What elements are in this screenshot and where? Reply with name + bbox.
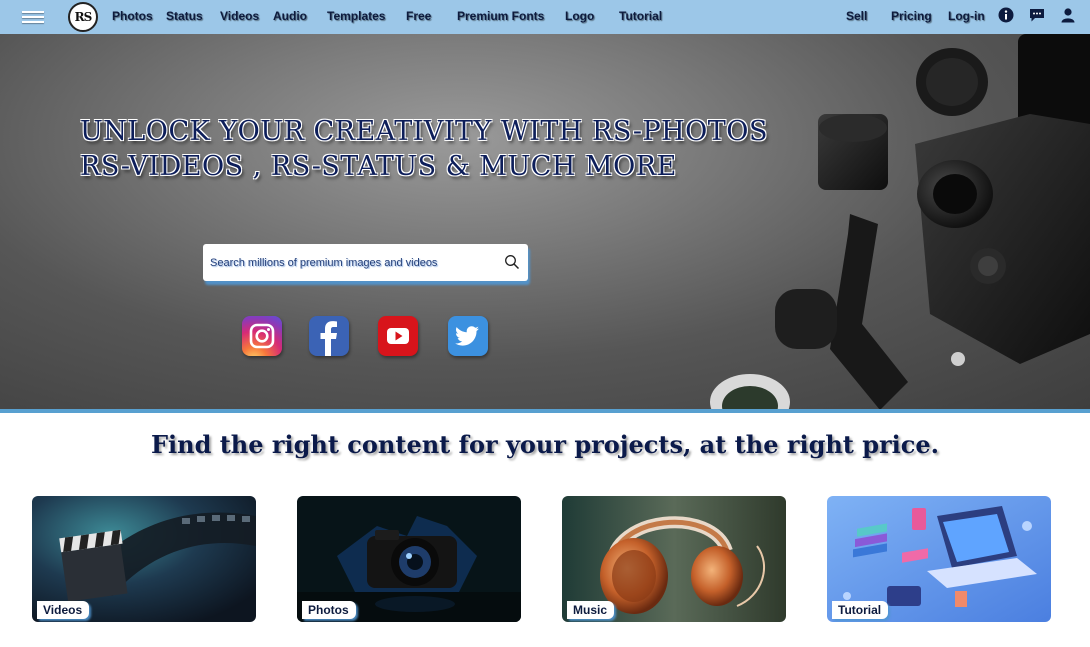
instagram-icon[interactable] [242, 316, 282, 356]
nav-link-tutorial[interactable]: Tutorial [619, 9, 662, 23]
category-label-videos: Videos [37, 601, 90, 619]
hero-headline-line-1: UNLOCK YOUR CREATIVITY WITH RS-PHOTOS [80, 116, 768, 147]
nav-link-audio[interactable]: Audio [273, 9, 307, 23]
category-card-videos[interactable]: Videos [32, 496, 256, 622]
category-label-tutorial: Tutorial [832, 601, 889, 619]
category-card-music[interactable]: Music [562, 496, 786, 622]
hamburger-menu-icon[interactable] [22, 9, 44, 25]
user-icon[interactable] [1060, 7, 1076, 23]
category-label-music: Music [567, 601, 615, 619]
category-label-photos: Photos [302, 601, 356, 619]
nav-link-photos[interactable]: Photos [112, 9, 153, 23]
section-tagline: Find the right content for your projects… [150, 430, 940, 459]
nav-link-sell[interactable]: Sell [846, 9, 867, 23]
nav-link-videos[interactable]: Videos [220, 9, 259, 23]
nav-link-status[interactable]: Status [166, 9, 203, 23]
category-card-photos[interactable]: Photos [297, 496, 521, 622]
hero-bottom-border [0, 409, 1090, 413]
top-navigation-bar: RS Photos Status Videos Audio Templates … [0, 0, 1090, 34]
chat-icon[interactable] [1029, 7, 1045, 23]
camera-gear-image [710, 34, 1090, 410]
nav-link-pricing[interactable]: Pricing [891, 9, 932, 23]
site-logo[interactable]: RS [68, 2, 98, 32]
nav-link-login[interactable]: Log-in [948, 9, 985, 23]
nav-link-logo[interactable]: Logo [565, 9, 594, 23]
nav-link-free[interactable]: Free [406, 9, 431, 23]
youtube-icon[interactable] [378, 316, 418, 356]
nav-link-premium-fonts[interactable]: Premium Fonts [457, 9, 544, 23]
search-box [203, 244, 528, 281]
category-card-tutorial[interactable]: Tutorial [827, 496, 1051, 622]
search-input[interactable] [203, 244, 493, 281]
hero-headline-line-2: RS-VIDEOS , RS-STATUS & MUCH MORE [80, 151, 677, 182]
facebook-icon[interactable] [309, 316, 349, 356]
hero-banner: UNLOCK YOUR CREATIVITY WITH RS-PHOTOS RS… [0, 34, 1090, 410]
twitter-icon[interactable] [448, 316, 488, 356]
info-icon[interactable] [998, 7, 1014, 23]
search-icon[interactable] [504, 254, 520, 270]
nav-link-templates[interactable]: Templates [327, 9, 385, 23]
